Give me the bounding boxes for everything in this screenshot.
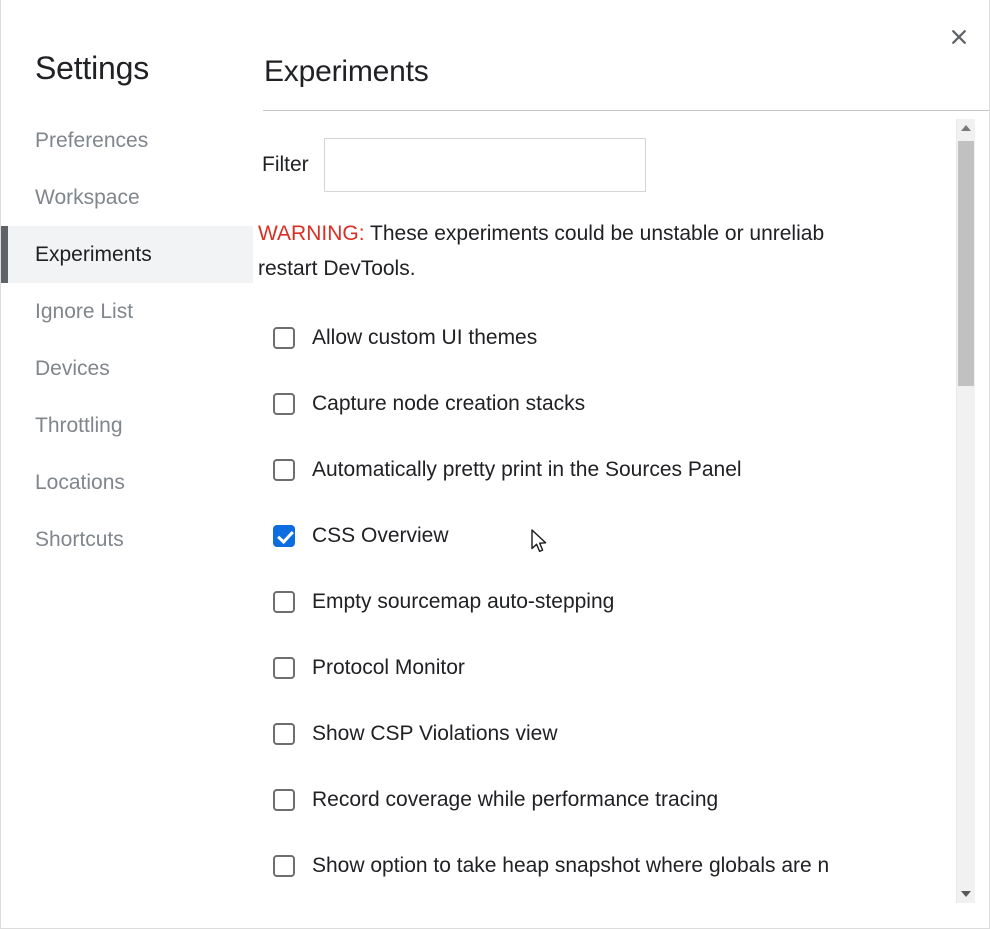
experiment-row[interactable]: Empty sourcemap auto-stepping <box>253 569 973 635</box>
experiment-row[interactable]: Show option to take heap snapshot where … <box>253 833 973 899</box>
sidebar-item-label: Shortcuts <box>35 527 124 551</box>
warning-text: These experiments could be unstable or u… <box>364 222 825 245</box>
panel-divider <box>263 110 989 111</box>
experiment-label: CSS Overview <box>312 524 449 547</box>
scroll-down-button[interactable] <box>957 885 975 903</box>
sidebar-item-throttling[interactable]: Throttling <box>1 397 253 454</box>
experiment-label: Show option to take heap snapshot where … <box>312 854 830 877</box>
experiment-row[interactable]: Record coverage while performance tracin… <box>253 767 973 833</box>
experiment-row[interactable]: CSS Overview <box>253 503 973 569</box>
sidebar-nav-list: Preferences Workspace Experiments Ignore Li… <box>1 112 253 568</box>
checkbox-unchecked-icon[interactable] <box>273 789 295 811</box>
experiment-label: Allow custom UI themes <box>312 326 538 349</box>
settings-sidebar: Settings Preferences Workspace Experiments… <box>1 0 253 928</box>
sidebar-item-label: Devices <box>35 356 110 380</box>
experiments-warning: WARNING: These experiments could be unst… <box>258 216 970 251</box>
settings-dialog: Settings Preferences Workspace Experiments… <box>0 0 990 929</box>
checkbox-unchecked-icon[interactable] <box>273 327 295 349</box>
sidebar-item-preferences[interactable]: Preferences <box>1 112 253 169</box>
warning-prefix: WARNING: <box>258 222 365 245</box>
checkbox-unchecked-icon[interactable] <box>273 393 295 415</box>
experiment-row[interactable]: Allow custom UI themes <box>253 305 973 371</box>
experiments-list: Allow custom UI themes Capture node creat… <box>253 305 973 899</box>
sidebar-item-shortcuts[interactable]: Shortcuts <box>1 511 253 568</box>
sidebar-item-experiments[interactable]: Experiments <box>1 226 253 283</box>
sidebar-item-label: Experiments <box>35 242 152 266</box>
warning-text-line2: restart DevTools. <box>258 257 416 280</box>
experiment-label: Automatically pretty print in the Source… <box>312 458 742 481</box>
experiment-row[interactable]: Automatically pretty print in the Source… <box>253 437 973 503</box>
vertical-scrollbar[interactable] <box>956 119 975 903</box>
experiment-label: Record coverage while performance tracin… <box>312 788 719 811</box>
sidebar-item-devices[interactable]: Devices <box>1 340 253 397</box>
sidebar-item-ignore-list[interactable]: Ignore List <box>1 283 253 340</box>
filter-input[interactable] <box>323 138 646 192</box>
sidebar-item-locations[interactable]: Locations <box>1 454 253 511</box>
sidebar-item-label: Workspace <box>35 185 140 209</box>
experiment-label: Show CSP Violations view <box>312 722 558 745</box>
checkbox-unchecked-icon[interactable] <box>273 459 295 481</box>
checkbox-unchecked-icon[interactable] <box>273 855 295 877</box>
page-title: Experiments <box>264 55 429 88</box>
experiment-row[interactable]: Protocol Monitor <box>253 635 973 701</box>
sidebar-item-label: Preferences <box>35 128 149 152</box>
checkbox-unchecked-icon[interactable] <box>273 723 295 745</box>
scroll-up-button[interactable] <box>957 119 975 137</box>
experiment-label: Protocol Monitor <box>312 656 465 679</box>
experiment-label: Capture node creation stacks <box>312 392 586 415</box>
checkbox-unchecked-icon[interactable] <box>273 657 295 679</box>
experiment-label: Empty sourcemap auto-stepping <box>312 590 615 613</box>
sidebar-item-label: Throttling <box>35 413 123 437</box>
sidebar-item-label: Locations <box>35 470 125 494</box>
filter-label: Filter <box>262 153 309 176</box>
filter-row: Filter <box>262 138 646 192</box>
settings-title: Settings <box>35 50 150 86</box>
experiments-scroll-viewport: Filter WARNING: These experiments could … <box>253 117 989 903</box>
sidebar-item-label: Ignore List <box>35 299 134 323</box>
scrollbar-thumb[interactable] <box>958 141 974 386</box>
chevron-up-icon <box>961 125 971 131</box>
checkbox-unchecked-icon[interactable] <box>273 591 295 613</box>
sidebar-item-workspace[interactable]: Workspace <box>1 169 253 226</box>
chevron-down-icon <box>961 891 971 897</box>
checkbox-checked-icon[interactable] <box>273 525 295 547</box>
settings-main-panel: Experiments Filter WARNING: These experi… <box>253 0 989 928</box>
experiment-row[interactable]: Show CSP Violations view <box>253 701 973 767</box>
experiment-row[interactable]: Capture node creation stacks <box>253 371 973 437</box>
